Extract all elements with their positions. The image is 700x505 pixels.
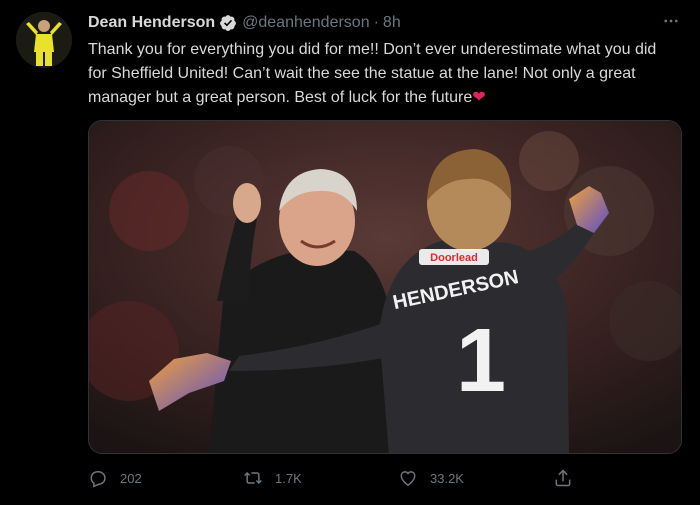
tweet-body: Thank you for everything you did for me!… — [88, 41, 657, 106]
tweet[interactable]: Dean Henderson @deanhenderson · 8h Thank… — [0, 0, 700, 505]
tweet-text: Thank you for everything you did for me!… — [88, 38, 678, 110]
jersey-sponsor: Doorlead — [430, 252, 478, 264]
reply-button[interactable]: 202 — [88, 468, 243, 488]
separator: · — [373, 14, 379, 31]
heart-emoji: ❤ — [472, 89, 486, 106]
more-icon[interactable] — [662, 12, 680, 35]
retweet-icon — [244, 471, 262, 485]
tweet-photo[interactable]: Doorlead HENDERSON 1 — [88, 120, 682, 454]
tweet-actions: 202 1.7K 33.2K — [88, 468, 608, 488]
heart-icon — [400, 471, 416, 486]
avatar[interactable] — [16, 12, 72, 68]
like-count: 33.2K — [430, 470, 464, 486]
display-name[interactable]: Dean Henderson — [88, 14, 215, 32]
reply-count: 202 — [120, 470, 142, 486]
like-button[interactable]: 33.2K — [398, 468, 553, 488]
avatar-column — [16, 10, 88, 505]
handle[interactable]: @deanhenderson — [242, 14, 369, 32]
retweet-count: 1.7K — [275, 470, 302, 486]
tweet-content: Dean Henderson @deanhenderson · 8h Thank… — [88, 10, 684, 505]
share-icon — [555, 469, 571, 487]
jersey-number: 1 — [456, 311, 506, 411]
reply-icon — [90, 471, 106, 488]
timestamp[interactable]: 8h — [383, 14, 401, 32]
retweet-button[interactable]: 1.7K — [243, 468, 398, 488]
share-button[interactable] — [553, 468, 585, 488]
verified-badge-icon — [219, 14, 237, 32]
tweet-header: Dean Henderson @deanhenderson · 8h — [88, 10, 684, 36]
